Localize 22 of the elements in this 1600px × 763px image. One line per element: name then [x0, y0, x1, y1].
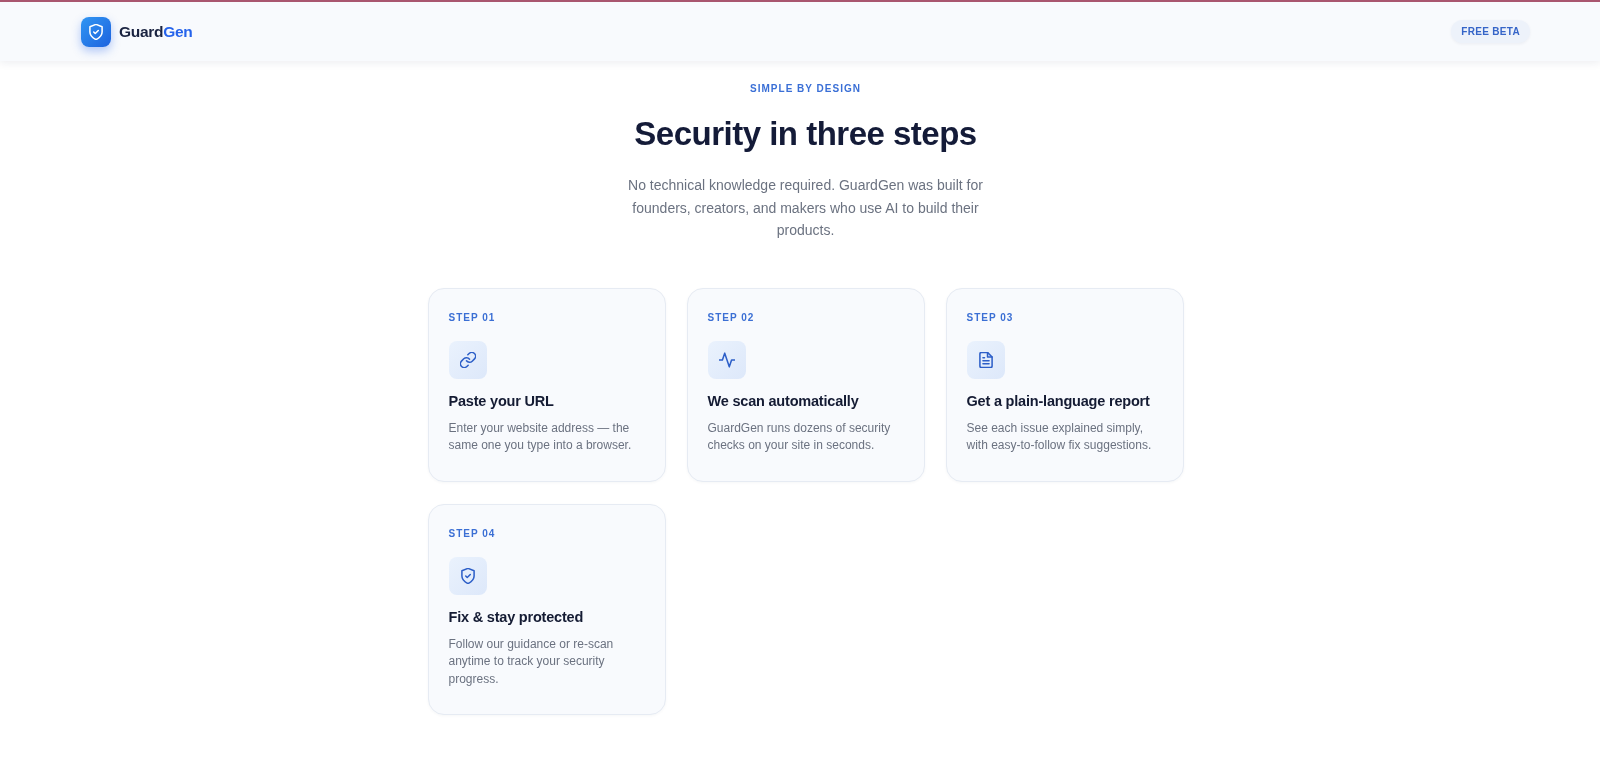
section-description: No technical knowledge required. GuardGen was built for founders, creators, and makers who use AI to build their products. [627, 176, 984, 240]
beta-badge: FREE BETA [1451, 20, 1530, 43]
step-description: Enter your website address — the same one you type into a browser. [448, 419, 633, 454]
step-title: We scan automatically [707, 391, 860, 411]
shield-check-icon [448, 556, 487, 595]
section-title: Security in three steps [634, 114, 977, 154]
shield-check-icon[interactable] [81, 16, 111, 47]
section-eyebrow: SIMPLE BY DESIGN [750, 83, 861, 95]
step-label: STEP 01 [448, 311, 497, 324]
step-label: STEP 04 [448, 527, 497, 540]
step-description: GuardGen runs dozens of security checks on your site in seconds. [707, 419, 892, 454]
step-label: STEP 02 [707, 311, 756, 324]
step-description: See each issue explained simply, with easy-to-follow fix suggestions. [966, 419, 1153, 454]
step-title: Fix & stay protected [448, 607, 585, 627]
link-icon [448, 340, 487, 379]
step-title: Get a plain-language report [966, 391, 1151, 411]
brand-name[interactable]: GuardGen [119, 22, 193, 41]
step-label: STEP 03 [966, 311, 1015, 324]
step-description: Follow our guidance or re-scan anytime to track your security progress. [448, 635, 615, 688]
document-icon [966, 340, 1005, 379]
step-title: Paste your URL [448, 391, 555, 411]
pulse-icon [707, 340, 746, 379]
